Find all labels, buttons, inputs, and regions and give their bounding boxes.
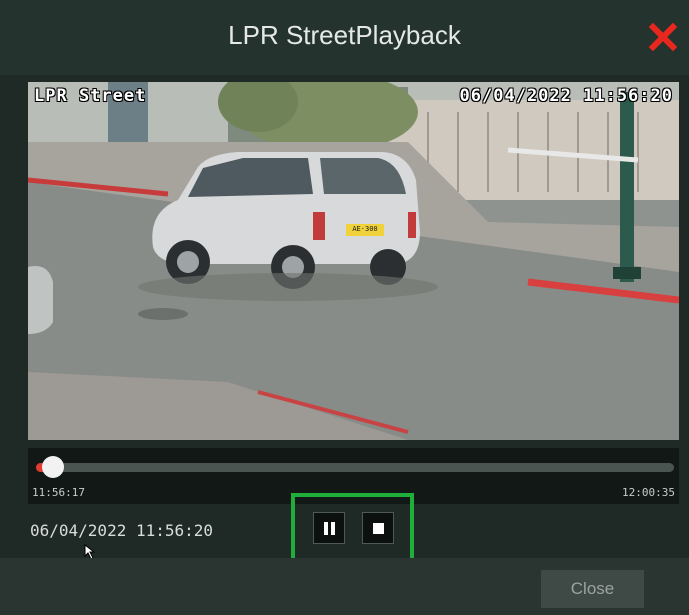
close-x-icon[interactable] [647, 21, 679, 53]
video-frame[interactable]: LPR Street 06/04/2022 11:56:20 AE·300 [28, 82, 679, 440]
osd-camera-name: LPR Street [34, 86, 147, 106]
close-button[interactable]: Close [541, 570, 644, 608]
stop-button[interactable] [362, 512, 394, 544]
controls-highlight [291, 493, 414, 567]
playback-dialog: LPR StreetPlayback LPR Street 06/04/2022… [0, 0, 689, 615]
street-scene-image [28, 82, 679, 440]
progress-knob[interactable] [42, 456, 64, 478]
title-bar: LPR StreetPlayback [0, 0, 689, 75]
current-time-label: 06/04/2022 11:56:20 [30, 521, 214, 540]
end-time-label: 12:00:35 [622, 486, 675, 499]
stop-icon [373, 523, 384, 534]
license-plate: AE·300 [352, 225, 378, 233]
dialog-title: LPR StreetPlayback [228, 20, 461, 50]
osd-timestamp: 06/04/2022 11:56:20 [459, 86, 673, 106]
pause-button[interactable] [313, 512, 345, 544]
start-time-label: 11:56:17 [32, 486, 85, 499]
progress-track[interactable] [36, 463, 674, 472]
